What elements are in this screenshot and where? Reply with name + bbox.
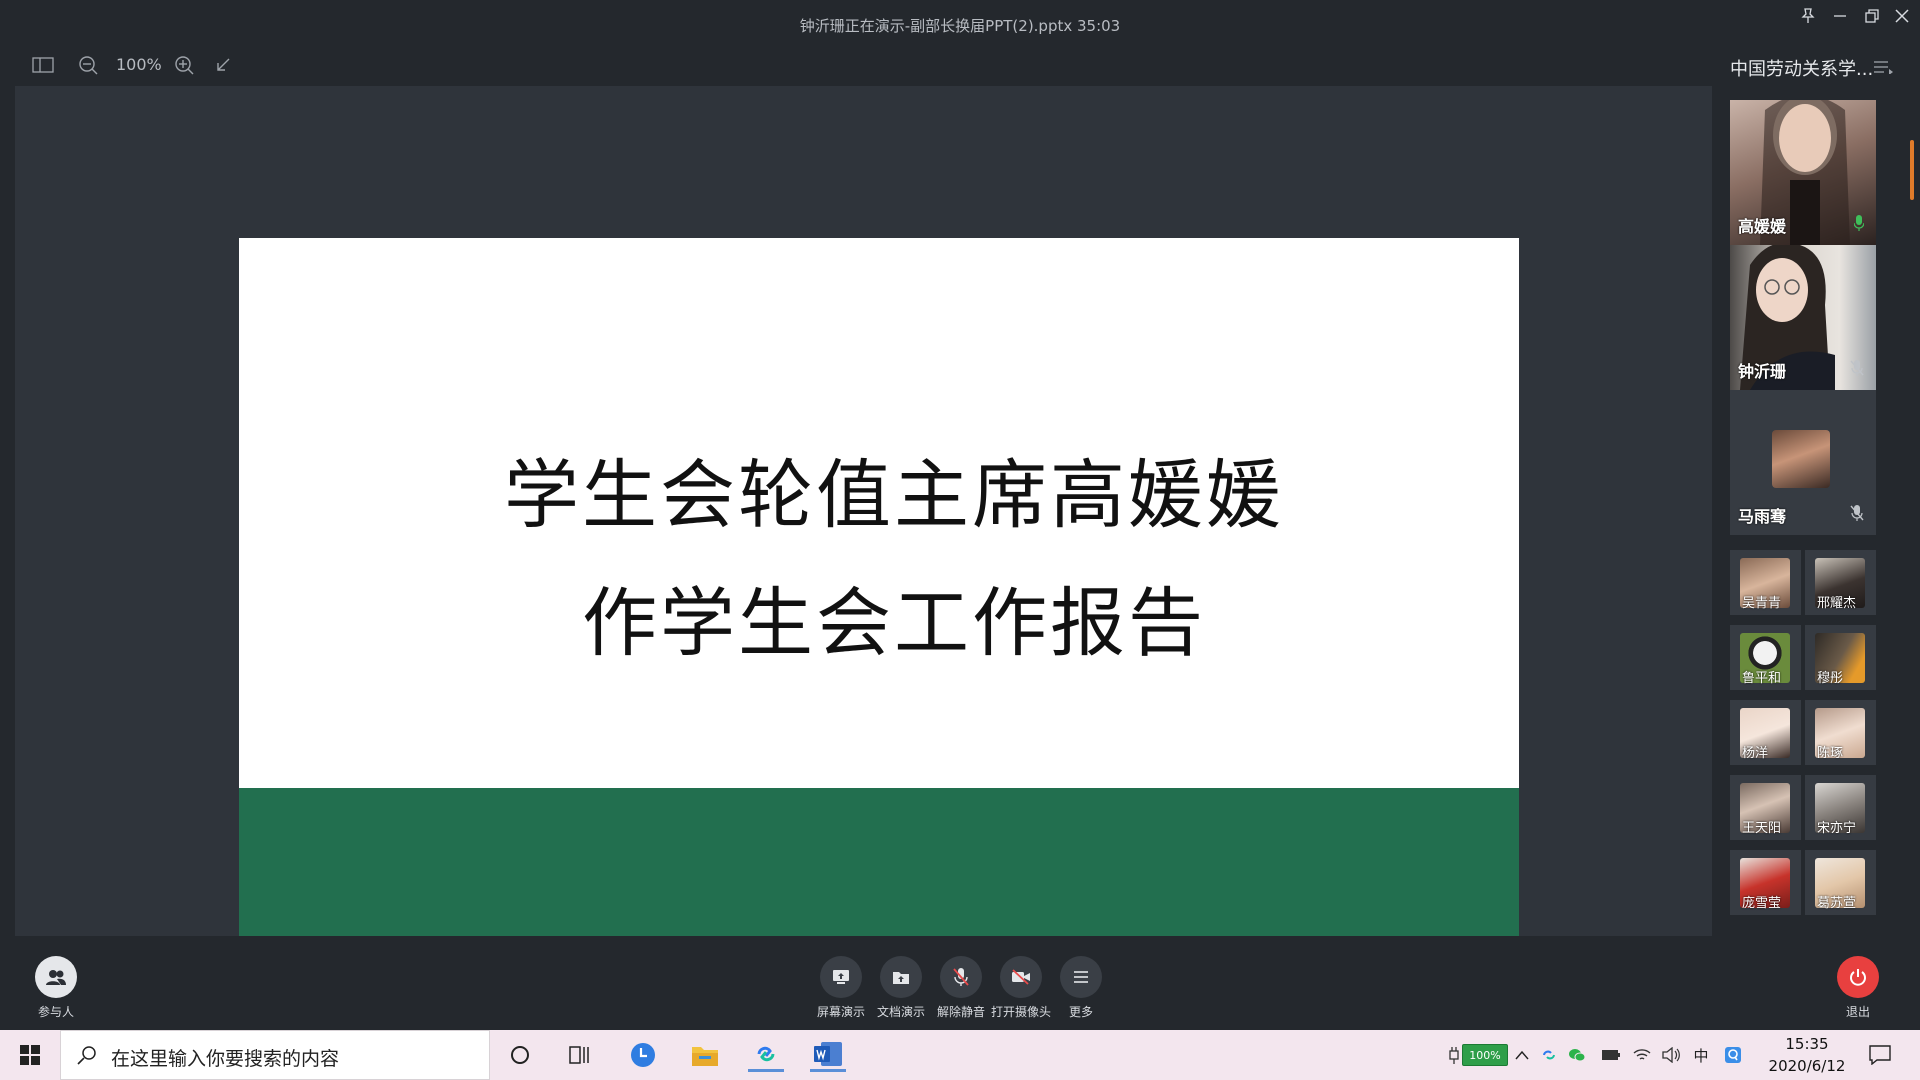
participant-tile[interactable]: 穆彤 [1805, 625, 1876, 690]
screen-share-icon [820, 956, 862, 998]
cortana-icon[interactable] [502, 1038, 538, 1072]
zoom-out-icon[interactable] [76, 54, 100, 76]
battery-indicator[interactable]: 100% [1462, 1044, 1508, 1066]
camera-label: 打开摄像头 [991, 1005, 1052, 1019]
meeting-app-window: 钟沂珊正在演示-副部长换届PPT(2).pptx 35:03 100% 学生会轮… [0, 0, 1920, 1080]
windows-start-icon[interactable] [12, 1038, 48, 1072]
zoom-in-icon[interactable] [172, 54, 196, 76]
mic-muted-icon [1850, 360, 1864, 380]
unmute-label: 解除静音 [936, 1005, 985, 1019]
participant-tile[interactable]: 杨洋 [1730, 700, 1801, 765]
zoom-level: 100% [116, 55, 162, 74]
video-tile-avatar[interactable]: 马雨骞 [1730, 390, 1876, 535]
taskbar: 在这里输入你要搜索的内容 100% 中 15:35 2020/6/12 [0, 1030, 1920, 1080]
participant-tile[interactable]: 鲁平和 [1730, 625, 1801, 690]
meeting-name: 中国劳动关系学... [1730, 59, 1874, 80]
list-view-icon[interactable] [1874, 59, 1894, 78]
participant-name: 王天阳 [1742, 821, 1782, 836]
meeting-tray-icon[interactable] [1538, 1044, 1560, 1066]
video-tile-featured[interactable]: 高媛媛 [1730, 100, 1876, 245]
camera-button[interactable]: 打开摄像头 [991, 956, 1051, 1020]
tile-name: 钟沂珊 [1738, 362, 1787, 381]
minimize-icon[interactable] [1828, 6, 1852, 26]
menu-icon [1060, 956, 1102, 998]
presentation-stage: 学生会轮值主席高媛媛 作学生会工作报告 [15, 86, 1715, 958]
wifi-icon[interactable] [1631, 1044, 1653, 1066]
slide-title-line-1: 学生会轮值主席高媛媛 [503, 451, 1284, 539]
participant-name: 邢耀杰 [1817, 596, 1857, 611]
camera-off-icon [1000, 956, 1042, 998]
participant-tile[interactable]: 葛苏萱 [1805, 850, 1876, 915]
unmute-button[interactable]: 解除静音 [931, 956, 991, 1020]
exit-meeting-button[interactable]: 退出 [1828, 956, 1888, 1020]
volume-icon[interactable] [1660, 1044, 1682, 1066]
mic-muted-icon [1850, 505, 1864, 525]
search-icon [77, 1045, 97, 1069]
chevron-up-icon[interactable] [1512, 1044, 1532, 1066]
participant-name: 穆彤 [1817, 671, 1844, 686]
participant-tile[interactable]: 陈琢 [1805, 700, 1876, 765]
participant-name: 鲁平和 [1742, 671, 1782, 686]
participant-name: 杨洋 [1742, 746, 1769, 761]
window-title: 钟沂珊正在演示-副部长换届PPT(2).pptx 35:03 [799, 17, 1121, 35]
mic-on-icon [1853, 215, 1865, 235]
tile-name: 高媛媛 [1738, 217, 1787, 236]
video-tile-presenter[interactable]: 钟沂珊 [1730, 245, 1876, 390]
title-bar: 钟沂珊正在演示-副部长换届PPT(2).pptx 35:03 [0, 0, 1920, 50]
document-share-button[interactable]: 文档演示 [871, 956, 931, 1020]
screen-share-label: 屏幕演示 [816, 1005, 865, 1019]
power-plug-icon [1448, 1044, 1460, 1066]
participant-name: 葛苏萱 [1817, 896, 1857, 911]
clock-time[interactable]: 15:35 [1772, 1035, 1842, 1053]
participant-name: 庞雪莹 [1742, 896, 1782, 911]
participant-name: 陈琢 [1817, 746, 1844, 761]
tencent-meeting-icon[interactable] [748, 1038, 784, 1072]
word-icon[interactable] [810, 1038, 846, 1072]
mic-muted-icon [940, 956, 982, 998]
close-icon[interactable] [1890, 6, 1914, 26]
task-view-icon[interactable] [562, 1038, 598, 1072]
exit-label: 退出 [1845, 1005, 1870, 1019]
restore-icon[interactable] [1860, 6, 1884, 26]
participant-name: 宋亦宁 [1817, 821, 1857, 836]
clock-date[interactable]: 2020/6/12 [1764, 1057, 1850, 1075]
collapse-arrow-icon[interactable] [212, 54, 234, 76]
participants-label: 参与人 [37, 1005, 74, 1019]
file-explorer-icon[interactable] [687, 1038, 723, 1072]
sidebar-toggle-icon[interactable] [30, 54, 56, 76]
participant-tile[interactable]: 邢耀杰 [1805, 550, 1876, 615]
ime-indicator[interactable]: 中 [1690, 1044, 1712, 1066]
participants-button[interactable]: 参与人 [26, 956, 86, 1020]
taskbar-search-box[interactable]: 在这里输入你要搜索的内容 [60, 1030, 490, 1080]
more-button[interactable]: 更多 [1051, 956, 1111, 1020]
avatar [1772, 430, 1830, 488]
notification-icon[interactable] [1862, 1038, 1898, 1072]
search-placeholder: 在这里输入你要搜索的内容 [111, 1048, 340, 1070]
participants-icon [35, 956, 77, 998]
participant-tile[interactable]: 庞雪莹 [1730, 850, 1801, 915]
panel-scrollbar[interactable] [1910, 140, 1914, 200]
tile-name: 马雨骞 [1738, 507, 1787, 526]
participant-name: 吴青青 [1742, 596, 1782, 611]
pin-icon[interactable] [1796, 6, 1820, 26]
participant-panel: 中国劳动关系学... 高媛媛 钟沂珊 马雨骞 吴青青 邢耀杰 鲁平和 穆彤 杨洋… [1712, 50, 1920, 936]
slide-title-line-2: 作学生会工作报告 [581, 579, 1206, 667]
screen-share-button[interactable]: 屏幕演示 [811, 956, 871, 1020]
folder-icon [880, 956, 922, 998]
qq-icon[interactable] [1722, 1044, 1744, 1066]
wechat-icon[interactable] [1566, 1044, 1588, 1066]
document-share-label: 文档演示 [876, 1005, 925, 1019]
meeting-controls: 参与人 屏幕演示 文档演示 解除静音 打开摄像头 更多 退出 [0, 936, 1920, 1030]
power-icon [1837, 956, 1879, 998]
participant-tile[interactable]: 吴青青 [1730, 550, 1801, 615]
viewer-toolbar: 100% [0, 46, 1712, 86]
slide-green-band [239, 788, 1519, 958]
battery-icon[interactable] [1600, 1044, 1622, 1066]
participant-tile[interactable]: 王天阳 [1730, 775, 1801, 840]
slide: 学生会轮值主席高媛媛 作学生会工作报告 [239, 238, 1519, 958]
meeting-app-icon[interactable] [625, 1038, 661, 1072]
participant-tile[interactable]: 宋亦宁 [1805, 775, 1876, 840]
more-label: 更多 [1068, 1005, 1093, 1019]
